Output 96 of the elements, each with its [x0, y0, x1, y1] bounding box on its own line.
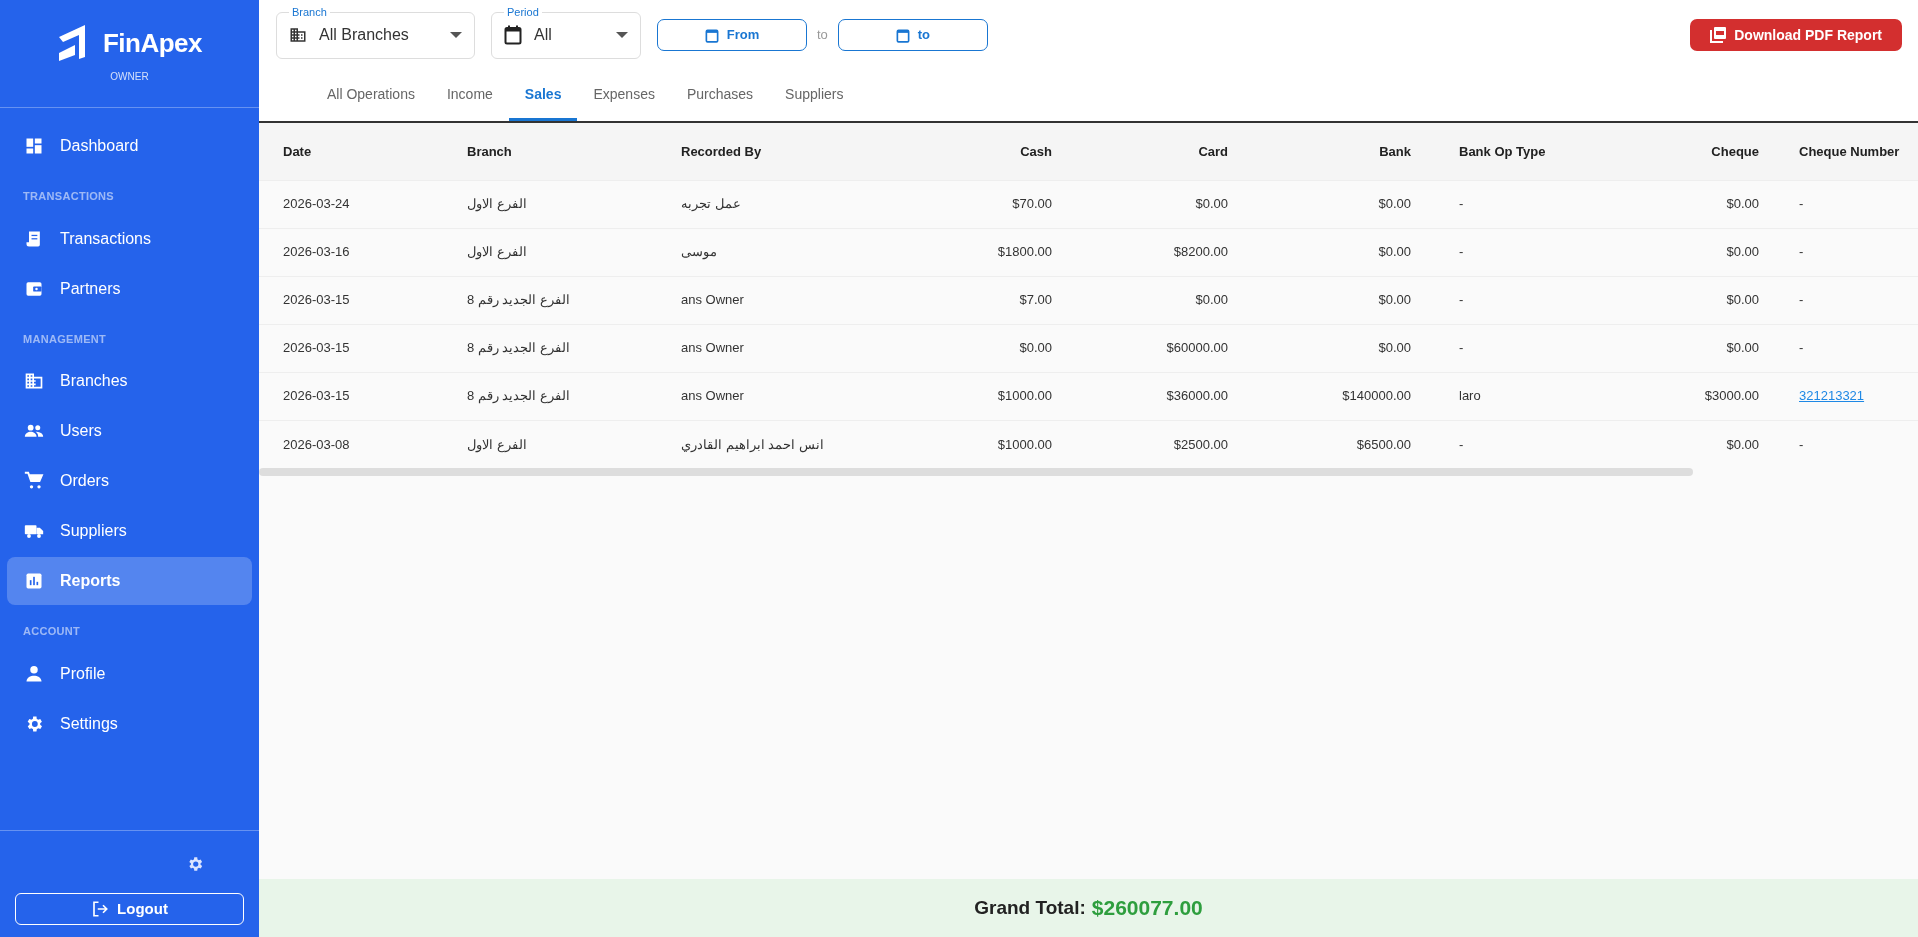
sidebar-item[interactable]: Users — [7, 407, 252, 455]
sidebar-item[interactable]: Suppliers — [7, 507, 252, 555]
table-cell: $0.00 — [1252, 180, 1435, 228]
table-cell: $0.00 — [1607, 276, 1783, 324]
table-cell: موسى — [657, 228, 871, 276]
table-cell: - — [1435, 324, 1607, 372]
from-date-button[interactable]: From — [657, 19, 807, 51]
column-header: Branch — [443, 123, 657, 180]
person-icon — [24, 663, 44, 684]
table-cell: $0.00 — [1252, 324, 1435, 372]
sidebar-item[interactable]: Transactions — [7, 214, 252, 263]
report-tab[interactable]: Income — [430, 74, 509, 121]
table-cell: ans Owner — [657, 372, 871, 420]
date-range-separator: to — [817, 26, 828, 45]
table-cell: $0.00 — [1607, 324, 1783, 372]
column-header: Date — [259, 123, 443, 180]
dashboard-icon — [24, 136, 44, 156]
calendar-icon — [704, 27, 719, 43]
section-heading: TRANSACTIONS — [22, 189, 115, 204]
column-header: Bank Op Type — [1435, 123, 1607, 180]
download-pdf-button[interactable]: Download PDF Report — [1690, 19, 1902, 51]
table-cell: 2026-03-15 — [259, 276, 443, 324]
table-cell: الفرع الاول — [443, 180, 657, 228]
brand-name: FinApex — [102, 26, 203, 60]
column-header: Recorded By — [657, 123, 871, 180]
bar-chart-icon — [24, 571, 44, 591]
table-cell: $60000.00 — [1076, 324, 1252, 372]
table-cell: $0.00 — [1076, 276, 1252, 324]
sidebar-item[interactable]: Profile — [7, 649, 252, 698]
table-cell: $3000.00 — [1607, 372, 1783, 420]
table-cell: - — [1435, 276, 1607, 324]
table-cell: عمل تجربه — [657, 180, 871, 228]
dropdown-caret-icon — [616, 32, 628, 38]
table-cell: ans Owner — [657, 276, 871, 324]
sidebar-item[interactable]: Branches — [7, 357, 252, 405]
table-cell: - — [1435, 228, 1607, 276]
table-cell: 2026-03-24 — [259, 180, 443, 228]
sidebar-item[interactable]: Settings — [7, 699, 252, 748]
table-cell: 2026-03-15 — [259, 324, 443, 372]
sidebar-item[interactable]: Reports — [7, 557, 252, 605]
section-heading: MANAGEMENT — [22, 331, 108, 347]
grand-total-value: $260077.00 — [1091, 895, 1203, 922]
report-tab[interactable]: All Operations — [311, 74, 431, 121]
pdf-file-icon — [1710, 27, 1727, 43]
table-cell: $0.00 — [1607, 180, 1783, 228]
column-header: Bank — [1252, 123, 1435, 180]
table-cell: الفرع الجديد رقم 8 — [443, 372, 657, 420]
table-cell: - — [1783, 276, 1918, 324]
table-cell: $36000.00 — [1076, 372, 1252, 420]
table-cell: $0.00 — [871, 324, 1076, 372]
section-heading: ACCOUNT — [22, 624, 82, 639]
logout-button[interactable]: Logout — [15, 893, 244, 925]
user-role: OWNER — [110, 69, 149, 84]
horizontal-scrollbar[interactable] — [259, 468, 1693, 476]
sidebar-item[interactable]: Orders — [7, 457, 252, 505]
table-cell: الفرع الجديد رقم 8 — [443, 324, 657, 372]
column-header: Card — [1076, 123, 1252, 180]
table-cell: laro — [1435, 372, 1607, 420]
table-cell: $140000.00 — [1252, 372, 1435, 420]
table-cell: - — [1435, 180, 1607, 228]
column-header: Cheque Number — [1783, 123, 1918, 180]
table-cell: $1800.00 — [871, 228, 1076, 276]
building-icon — [289, 26, 307, 44]
table-cell: $0.00 — [1076, 180, 1252, 228]
table-cell: $70.00 — [871, 180, 1076, 228]
building-icon — [24, 371, 44, 391]
cart-icon — [24, 471, 44, 491]
dropdown-caret-icon — [450, 32, 462, 38]
cheque-number-link[interactable]: 321213321 — [1799, 388, 1865, 404]
table-cell: الفرع الاول — [443, 228, 657, 276]
table-cell: 2026-03-15 — [259, 372, 443, 420]
grand-total-label: Grand Total: — [974, 895, 1086, 920]
table-cell: $8200.00 — [1076, 228, 1252, 276]
table-cell: $7.00 — [871, 276, 1076, 324]
sidebar-item[interactable]: Dashboard — [7, 122, 252, 170]
report-tab[interactable]: Purchases — [670, 74, 770, 121]
table-cell: 2026-03-16 — [259, 228, 443, 276]
table-cell: $1000.00 — [871, 372, 1076, 420]
table-cell: ans Owner — [657, 324, 871, 372]
sidebar-item[interactable]: Partners — [7, 264, 252, 313]
table-cell: - — [1783, 228, 1918, 276]
table-cell: $0.00 — [1252, 228, 1435, 276]
column-header: Cheque — [1607, 123, 1783, 180]
logo-icon — [56, 25, 87, 61]
calendar-icon — [895, 27, 910, 43]
table-cell: الفرع الجديد رقم 8 — [443, 276, 657, 324]
table-cell: $0.00 — [1252, 276, 1435, 324]
column-header: Cash — [871, 123, 1076, 180]
report-tab[interactable]: Expenses — [577, 74, 671, 121]
table-cell: - — [1783, 180, 1918, 228]
to-date-button[interactable]: to — [837, 19, 988, 51]
table-cell: - — [1783, 324, 1918, 372]
logout-icon — [91, 900, 110, 918]
table-cell: $0.00 — [1607, 228, 1783, 276]
calendar-icon — [504, 25, 522, 45]
report-tab[interactable]: Suppliers — [769, 74, 860, 121]
